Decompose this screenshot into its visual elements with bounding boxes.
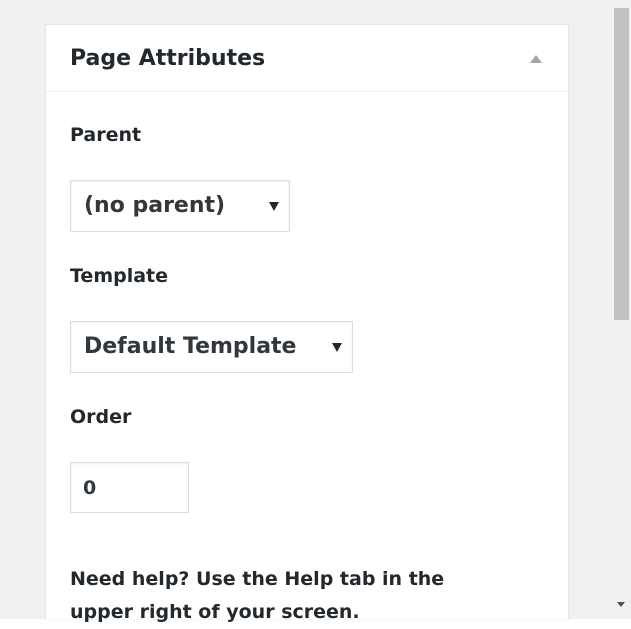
- help-text-line-2: upper right of your screen.: [70, 601, 360, 623]
- page-attributes-box: Page Attributes Parent (no parent) Templ…: [45, 24, 569, 623]
- order-input[interactable]: [70, 462, 189, 513]
- dropdown-arrow-icon: [332, 342, 342, 352]
- dropdown-arrow-icon: [269, 201, 279, 211]
- scrollbar-thumb[interactable]: [614, 8, 629, 320]
- parent-label: Parent: [70, 124, 142, 146]
- panel-toggle-button[interactable]: [524, 45, 548, 73]
- scroll-down-arrow-icon[interactable]: [617, 602, 625, 607]
- vertical-scrollbar[interactable]: [612, 0, 631, 619]
- parent-select-value: (no parent): [84, 193, 226, 218]
- parent-select[interactable]: (no parent): [70, 180, 290, 232]
- page-attributes-title: Page Attributes: [70, 46, 266, 71]
- template-select-value: Default Template: [84, 334, 297, 359]
- order-label: Order: [70, 406, 132, 428]
- template-select[interactable]: Default Template: [70, 321, 353, 373]
- page-attributes-header: Page Attributes: [46, 25, 568, 92]
- triangle-up-icon: [530, 55, 542, 63]
- help-text-line-1: Need help? Use the Help tab in the: [70, 568, 445, 590]
- template-label: Template: [70, 265, 169, 287]
